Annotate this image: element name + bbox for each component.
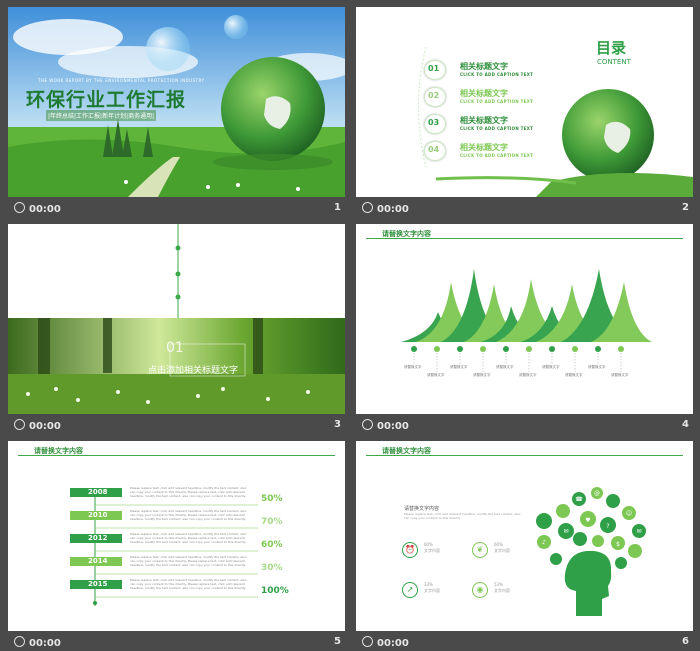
slide-3-time: 00:00: [29, 421, 61, 432]
clock-icon: [14, 419, 25, 430]
clock-icon: [14, 202, 25, 213]
timeline-body-5: Please replace text, click add relevant …: [130, 578, 247, 590]
slide-2-number: 2: [682, 202, 689, 213]
clock-icon: [362, 636, 373, 647]
slide-1-footer: 00:00 1: [8, 201, 345, 217]
slide-4-canvas: 请替换文字内容 请替换文字 请替换文字 请替换文字 请替换文字 请替换文字 请替…: [356, 224, 693, 414]
timeline-pct: 50%: [261, 494, 283, 504]
timeline-body-1: Please replace text, click add relevant …: [130, 486, 247, 498]
toc-item-3[interactable]: 03 相关标题文字 CLICK TO ADD CAPTION TEXT: [424, 114, 534, 134]
svg-text:✉: ✉: [636, 528, 641, 535]
toc-item-label: 相关标题文字: [460, 89, 508, 98]
timeline-year-label: 2010: [88, 511, 108, 519]
toc-item-label: 相关标题文字: [460, 62, 508, 71]
toc-subtitle: CONTENT: [597, 58, 631, 66]
peak-label-6: 请替换文字: [519, 373, 537, 377]
timeline-body-3: Please replace text, click add relevant …: [130, 532, 247, 544]
slide-1-title: 环保行业工作汇报: [26, 89, 187, 111]
peak-label-5: 请替换文字: [496, 365, 514, 369]
slide-1-number: 1: [334, 202, 341, 213]
timeline-pct: 100%: [261, 586, 289, 596]
section-number: 01: [166, 340, 184, 356]
slide-thumbnail-1[interactable]: THE WORK REPORT BY THE ENVIRONMENTAL PRO…: [8, 7, 345, 219]
slide-4-time: 00:00: [377, 421, 409, 432]
slide-3-footer: 00:00 3: [8, 418, 345, 434]
slide-5-canvas: 请替换文字内容 2008 50% 2010 70% 2012 60% 2014 …: [8, 441, 345, 631]
slide-thumbnail-2[interactable]: 目录 CONTENT 01 相关标题文字 CLICK TO ADD CAPTIO…: [356, 7, 693, 219]
svg-text:☺: ☺: [626, 510, 632, 517]
peak-label-1: 请替换文字: [404, 365, 422, 369]
toc-item-label: 相关标题文字: [460, 116, 508, 125]
svg-text:?: ?: [606, 523, 609, 530]
slide-3-number: 3: [334, 419, 341, 430]
slide-thumbnail-5[interactable]: 请替换文字内容 2008 50% 2010 70% 2012 60% 2014 …: [8, 441, 345, 649]
slide-thumbnail-3[interactable]: 01 点击添加相关标题文字 00:00 3: [8, 224, 345, 436]
toc-item-number: 01: [428, 64, 440, 73]
slide-4-footer: 00:00 4: [356, 418, 693, 434]
slide-2-time: 00:00: [377, 204, 409, 215]
toc-item-number: 02: [428, 91, 440, 100]
timeline-pct: 60%: [261, 540, 283, 550]
toc-title: 目录: [596, 39, 627, 57]
slide-3-canvas: 01 点击添加相关标题文字: [8, 224, 345, 414]
peak-label-2: 请替换文字: [427, 373, 445, 377]
slide-1-time: 00:00: [29, 204, 61, 215]
peak-label-8: 请替换文字: [565, 373, 583, 377]
svg-text:$: $: [616, 541, 620, 548]
slide-6-canvas: 请替换文字内容 请替换文字内容 Please replace text, cli…: [356, 441, 693, 631]
slide-1-tagline: |年终总结|工作汇报|新年计划|商务通用|: [46, 110, 157, 121]
toc-item-4[interactable]: 04 相关标题文字 CLICK TO ADD CAPTION TEXT: [424, 141, 534, 161]
head-icon-cloud: @? ✉ ♥ ♪ $ ✉ ☺ ☎: [536, 487, 646, 616]
slide-1-canvas: THE WORK REPORT BY THE ENVIRONMENTAL PRO…: [8, 7, 345, 197]
slide-6-number: 6: [682, 636, 689, 647]
slide-3-forest-banner: [8, 224, 345, 414]
slide-5-time: 00:00: [29, 638, 61, 649]
toc-item-number: 03: [428, 118, 440, 127]
toc-item-caption: CLICK TO ADD CAPTION TEXT: [460, 126, 534, 131]
clock-icon: [14, 636, 25, 647]
svg-text:♪: ♪: [542, 539, 546, 546]
slide-2-footer: 00:00 2: [356, 201, 693, 217]
toc-item-label: 相关标题文字: [460, 143, 508, 152]
peak-label-7: 请替换文字: [542, 365, 560, 369]
toc-item-caption: CLICK TO ADD CAPTION TEXT: [460, 72, 534, 77]
slide-5-number: 5: [334, 636, 341, 647]
toc-item-1[interactable]: 01 相关标题文字 CLICK TO ADD CAPTION TEXT: [424, 60, 534, 80]
svg-text:♥: ♥: [585, 517, 590, 524]
timeline-pct: 70%: [261, 517, 283, 527]
timeline-body-4: Please replace text, click add relevant …: [130, 555, 247, 567]
section-title: 点击添加相关标题文字: [148, 366, 239, 376]
peak-label-9: 请替换文字: [588, 365, 606, 369]
slide-2-canvas: 目录 CONTENT 01 相关标题文字 CLICK TO ADD CAPTIO…: [356, 7, 693, 197]
peak-label-3: 请替换文字: [450, 365, 468, 369]
timeline-year-label: 2012: [88, 534, 108, 542]
slide-thumbnail-6[interactable]: 请替换文字内容 请替换文字内容 Please replace text, cli…: [356, 441, 693, 649]
slide-1-english-subtitle: THE WORK REPORT BY THE ENVIRONMENTAL PRO…: [38, 78, 205, 83]
peak-label-10: 请替换文字: [611, 373, 629, 377]
svg-text:✉: ✉: [563, 528, 568, 535]
timeline-year-label: 2014: [88, 557, 108, 565]
clock-icon: [362, 419, 373, 430]
svg-text:@: @: [594, 490, 600, 497]
peak-label-4: 请替换文字: [473, 373, 491, 377]
slide-4-peak-chart: [401, 269, 652, 372]
timeline-pct: 30%: [261, 563, 283, 573]
toc-item-2[interactable]: 02 相关标题文字 CLICK TO ADD CAPTION TEXT: [424, 87, 534, 107]
toc-item-number: 04: [428, 145, 440, 154]
clock-icon: [362, 202, 373, 213]
svg-text:☎: ☎: [575, 496, 583, 503]
timeline-year-label: 2015: [88, 580, 108, 588]
slide-thumbnail-4[interactable]: 请替换文字内容 请替换文字 请替换文字 请替换文字 请替换文字 请替换文字 请替…: [356, 224, 693, 436]
toc-item-caption: CLICK TO ADD CAPTION TEXT: [460, 153, 534, 158]
toc-item-caption: CLICK TO ADD CAPTION TEXT: [460, 99, 534, 104]
slide-6-time: 00:00: [377, 638, 409, 649]
slide-4-number: 4: [682, 419, 689, 430]
timeline-year-label: 2008: [88, 488, 108, 496]
timeline-body-2: Please replace text, click add relevant …: [130, 509, 247, 521]
